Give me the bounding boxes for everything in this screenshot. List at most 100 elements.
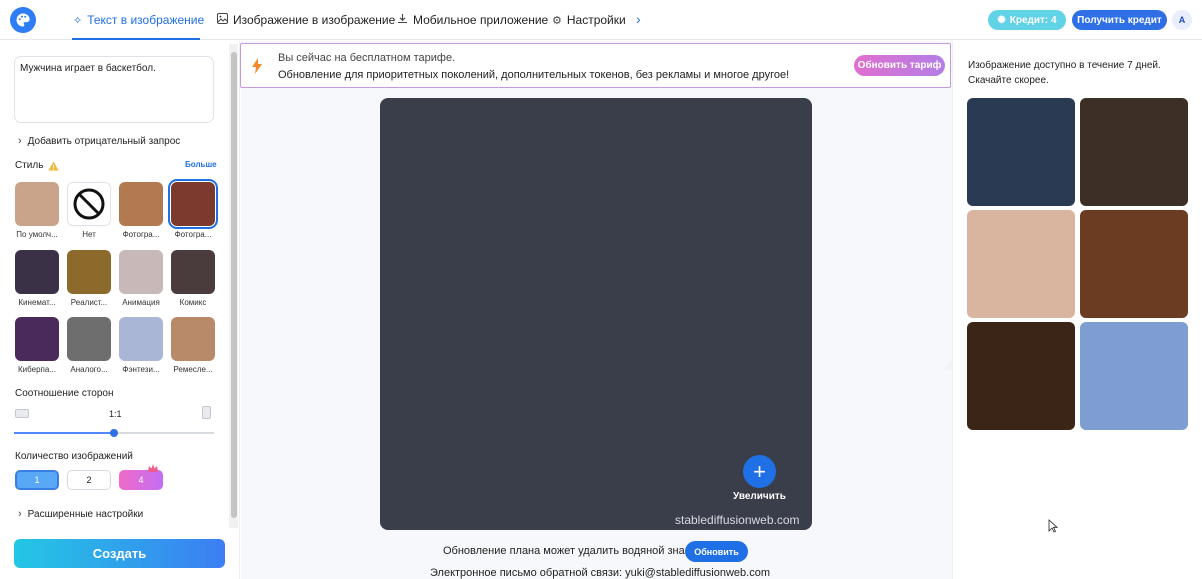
style-cinematic-thumbnail	[15, 250, 59, 294]
availability-notice: Изображение доступно в течение 7 дней. С…	[968, 60, 1161, 86]
tab-label: Настройки	[566, 13, 626, 27]
credit-icon: ✺	[997, 14, 1006, 26]
style-label: Фотогра...	[174, 230, 212, 239]
credit-badge[interactable]: ✺ Кредит: 4	[988, 10, 1066, 30]
style-label: Комикс	[179, 298, 207, 307]
banner-title: Вы сейчас на бесплатном тарифе.	[278, 52, 456, 64]
style-label: Фотогра...	[122, 230, 160, 239]
aspect-ratio-value: 1:1	[109, 409, 122, 419]
landscape-ratio-icon	[15, 409, 29, 418]
more-styles-link[interactable]: Больше	[185, 160, 217, 169]
warning-icon[interactable]	[48, 160, 59, 171]
slider-handle[interactable]	[110, 429, 118, 437]
count-option-2[interactable]: 2	[67, 470, 111, 490]
palette-icon	[16, 13, 30, 27]
tab-label: Текст в изображение	[87, 13, 205, 27]
history-thumbnail[interactable]	[1080, 322, 1188, 430]
upgrade-button[interactable]: Обновить	[685, 541, 748, 562]
feedback-email: Электронное письмо обратной связи: yuki@…	[430, 567, 770, 579]
style-option-fantasy[interactable]: Фэнтези...	[119, 317, 163, 374]
style-label: Киберпа...	[18, 365, 56, 374]
aspect-ratio-label: Соотношение сторон	[15, 388, 114, 399]
style-label: Фэнтези...	[122, 365, 160, 374]
style-option-realistic[interactable]: Реалист...	[67, 250, 111, 307]
chevron-right-icon: ›	[18, 508, 22, 520]
lightning-icon	[252, 58, 262, 74]
upgrade-plan-button[interactable]: Обновить тариф	[854, 55, 945, 76]
style-label: Кинемат...	[18, 298, 56, 307]
chevron-right-icon: ›	[18, 135, 22, 147]
active-tab-indicator	[72, 38, 200, 40]
style-option-cyberpunk[interactable]: Киберпа...	[15, 317, 59, 374]
banner-text: Обновление для приоритетных поколений, д…	[278, 69, 790, 81]
prompt-input[interactable]: Мужчина играет в баскетбол.	[14, 56, 214, 123]
style-photo-thumbnail	[119, 182, 163, 226]
style-default-thumbnail	[15, 182, 59, 226]
aspect-ratio-slider[interactable]	[14, 429, 214, 437]
history-thumbnail[interactable]	[1080, 210, 1188, 318]
chevron-right-icon[interactable]: ›	[636, 11, 641, 27]
image-count-label: Количество изображений	[15, 451, 133, 462]
portrait-ratio-icon	[202, 406, 211, 419]
style-anime-thumbnail	[119, 250, 163, 294]
watermark-text: stablediffusionweb.com	[675, 513, 800, 527]
style-label: По умолч...	[16, 230, 58, 239]
history-thumbnail[interactable]	[967, 210, 1075, 318]
create-button[interactable]: Создать	[14, 539, 225, 568]
tab-label: Изображение в изображение	[233, 13, 396, 27]
zoom-label: Увеличить	[733, 491, 786, 502]
magic-wand-icon: ✧	[73, 14, 83, 27]
avatar[interactable]: A	[1172, 10, 1192, 30]
style-option-none[interactable]: Нет	[67, 182, 111, 239]
style-option-default[interactable]: По умолч...	[15, 182, 59, 239]
style-label: Нет	[82, 230, 96, 239]
tab-text-to-image[interactable]: ✧ Текст в изображение	[73, 0, 204, 40]
style-option-cinematic[interactable]: Кинемат...	[15, 250, 59, 307]
plus-icon: +	[753, 458, 766, 484]
tab-image-to-image[interactable]: Изображение в изображение	[217, 0, 395, 40]
watermark-notice: Обновление плана может удалить водяной з…	[443, 545, 690, 557]
style-option-craft[interactable]: Ремесле...	[171, 317, 215, 374]
count-option-1[interactable]: 1	[15, 470, 59, 490]
style-option-comic[interactable]: Комикс	[171, 250, 215, 307]
style-comic-thumbnail	[171, 250, 215, 294]
style-label: Стиль	[15, 160, 44, 171]
tab-mobile-app[interactable]: Мобильное приложение	[397, 0, 548, 40]
no-style-icon	[67, 182, 111, 226]
style-option-analog[interactable]: Аналого...	[67, 317, 111, 374]
credit-label: Кредит: 4	[1009, 14, 1057, 26]
gear-icon: ⚙	[552, 14, 562, 27]
get-credit-button[interactable]: Получить кредит	[1072, 10, 1167, 30]
crown-icon	[148, 464, 158, 472]
history-thumbnail[interactable]	[1080, 98, 1188, 206]
zoom-in-button[interactable]: +	[743, 455, 776, 488]
history-thumbnail[interactable]	[967, 98, 1075, 206]
left-panel-scrollbar[interactable]	[229, 44, 238, 528]
image-icon	[217, 13, 228, 27]
tab-label: Мобильное приложение	[413, 13, 549, 27]
style-label: Аналого...	[70, 365, 108, 374]
style-craft-thumbnail	[171, 317, 215, 361]
download-icon	[397, 13, 408, 27]
style-label: Ремесле...	[173, 365, 213, 374]
style-realistic-thumbnail	[67, 250, 111, 294]
tab-settings[interactable]: ⚙ Настройки	[552, 0, 626, 40]
style-fantasy-thumbnail	[119, 317, 163, 361]
style-option-photo[interactable]: Фотогра...	[119, 182, 163, 239]
count-option-4[interactable]: 4	[119, 470, 163, 490]
style-label: Анимация	[122, 298, 160, 307]
style-photo-featured-thumbnail	[168, 179, 218, 229]
slider-fill	[14, 432, 114, 434]
mouse-cursor-icon	[1048, 519, 1058, 533]
style-label: Реалист...	[70, 298, 108, 307]
advanced-settings-toggle[interactable]: › Расширенные настройки	[18, 508, 143, 520]
style-option-anime[interactable]: Анимация	[119, 250, 163, 307]
style-analog-thumbnail	[67, 317, 111, 361]
free-plan-banner: Вы сейчас на бесплатном тарифе. Обновлен…	[240, 43, 951, 88]
app-logo[interactable]	[10, 7, 36, 33]
negative-prompt-toggle[interactable]: › Добавить отрицательный запрос	[18, 135, 180, 147]
style-option-photo-featured[interactable]: Фотогра...	[168, 179, 218, 239]
negative-prompt-label: Добавить отрицательный запрос	[27, 135, 181, 147]
style-heading: Стиль	[15, 160, 59, 171]
history-thumbnail[interactable]	[967, 322, 1075, 430]
